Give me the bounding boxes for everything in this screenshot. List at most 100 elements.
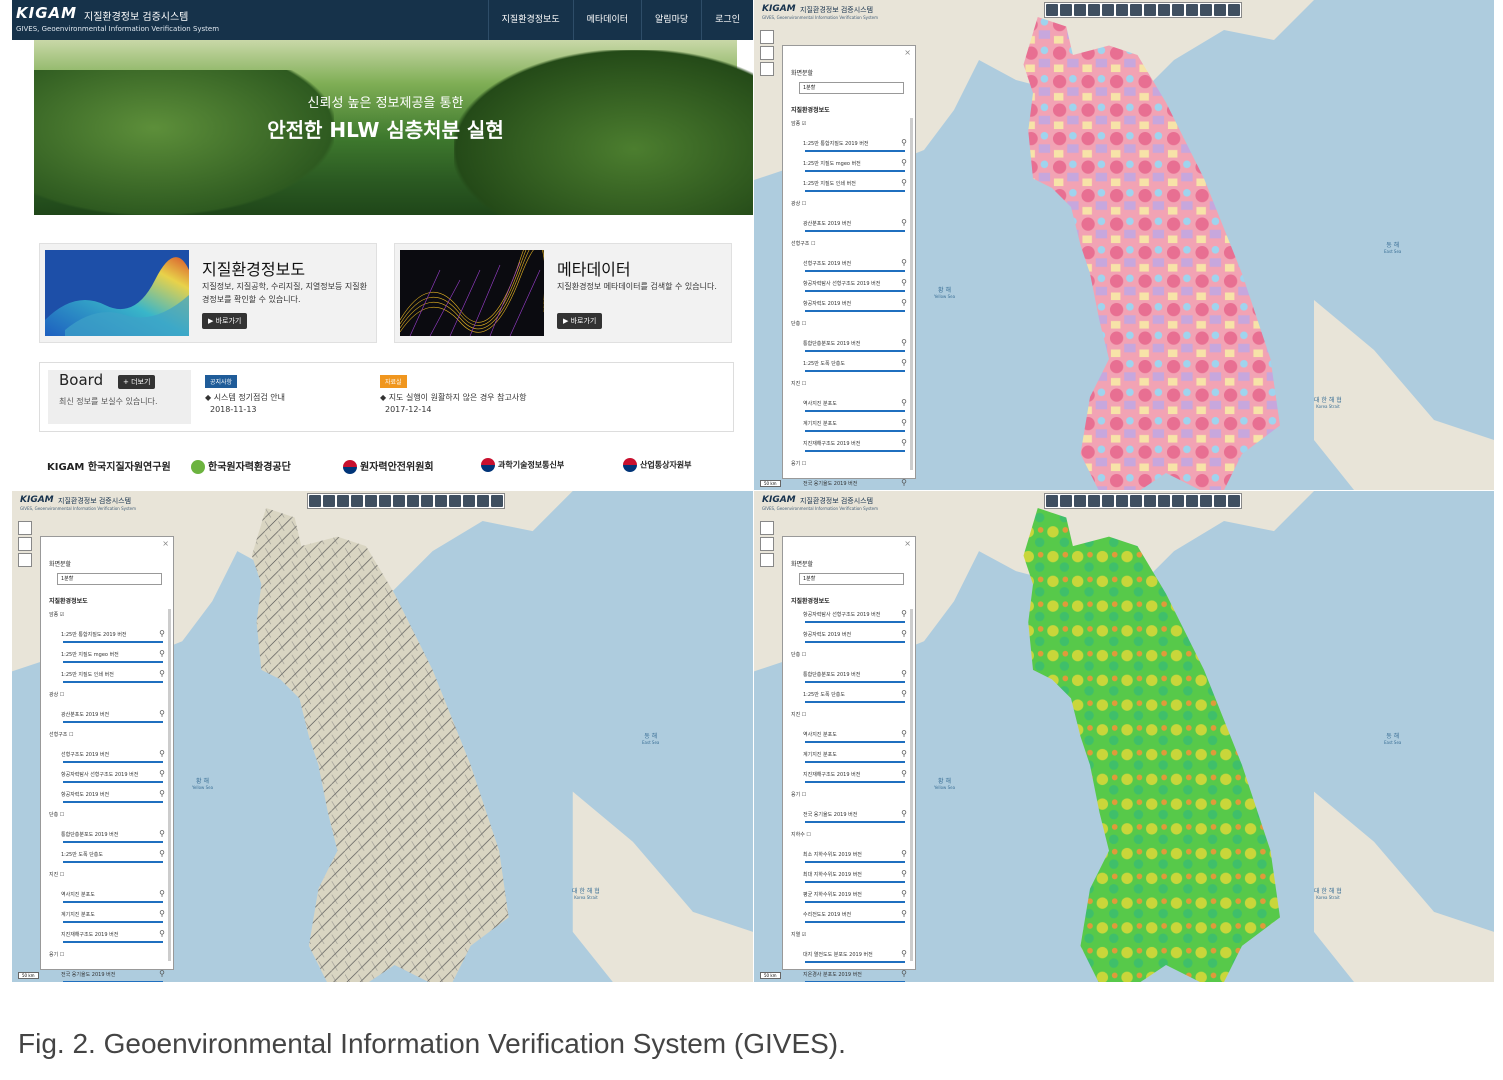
layer-item[interactable]: 1:25만 지질도 mgeo 버전 ⚲: [789, 158, 909, 178]
zoom-to-layer-icon[interactable]: ⚲: [901, 438, 907, 447]
tool-button[interactable]: [1214, 4, 1226, 16]
zoom-to-layer-icon[interactable]: ⚲: [901, 478, 907, 487]
nav-metadata[interactable]: 메타데이터: [572, 0, 641, 40]
tool-button[interactable]: [323, 495, 335, 507]
zoom-to-layer-icon[interactable]: ⚲: [901, 969, 907, 978]
goto-button[interactable]: ▶ 바로가기: [557, 313, 603, 329]
tool-button[interactable]: [365, 495, 377, 507]
opacity-slider[interactable]: [805, 901, 905, 903]
layer-group[interactable]: 지하수 ☐: [789, 829, 909, 849]
layer-item[interactable]: 지온경사 분포도 2019 버전 ⚲: [789, 969, 909, 982]
zoom-to-layer-icon[interactable]: ⚲: [159, 649, 165, 658]
layer-item[interactable]: 전국 융기율도 2019 버전 ⚲: [47, 969, 167, 982]
zoom-to-layer-icon[interactable]: ⚲: [901, 889, 907, 898]
zoom-to-layer-icon[interactable]: ⚲: [901, 418, 907, 427]
tool-button[interactable]: [1158, 4, 1170, 16]
opacity-slider[interactable]: [805, 741, 905, 743]
opacity-slider[interactable]: [63, 981, 163, 982]
zoom-to-layer-icon[interactable]: ⚲: [901, 609, 907, 618]
tool-button[interactable]: [1130, 4, 1142, 16]
tool-button[interactable]: [1186, 4, 1198, 16]
opacity-slider[interactable]: [63, 661, 163, 663]
layer-item[interactable]: 역사지진 분포도 ⚲: [789, 729, 909, 749]
layer-item[interactable]: 항공자력탐사 선형구조도 2019 버전 ⚲: [789, 278, 909, 298]
layers-icon[interactable]: [760, 553, 774, 567]
zoom-to-layer-icon[interactable]: ⚲: [901, 358, 907, 367]
layer-item[interactable]: 역사지진 분포도 ⚲: [47, 889, 167, 909]
layer-group[interactable]: 선형구조 ☐: [789, 238, 909, 258]
kigam-logo[interactable]: KIGAM: [762, 4, 796, 14]
kigam-logo[interactable]: KIGAM: [762, 495, 796, 505]
tool-button[interactable]: [1172, 4, 1184, 16]
layer-group[interactable]: 단층 ☐: [789, 649, 909, 669]
layer-group[interactable]: 광상 ☐: [47, 689, 167, 709]
partner-korad[interactable]: 한국원자력환경공단: [191, 458, 291, 474]
tool-button[interactable]: [463, 495, 475, 507]
opacity-slider[interactable]: [805, 230, 905, 232]
zoom-to-layer-icon[interactable]: ⚲: [901, 869, 907, 878]
menu-icon[interactable]: [18, 521, 32, 535]
zoom-to-layer-icon[interactable]: ⚲: [901, 849, 907, 858]
zoom-to-layer-icon[interactable]: ⚲: [901, 689, 907, 698]
zoom-to-layer-icon[interactable]: ⚲: [159, 889, 165, 898]
opacity-slider[interactable]: [805, 170, 905, 172]
tool-button[interactable]: [407, 495, 419, 507]
partner-kigam[interactable]: KIGAM 한국지질자원연구원: [47, 458, 171, 473]
layers-icon[interactable]: [18, 553, 32, 567]
zoom-to-layer-icon[interactable]: ⚲: [901, 298, 907, 307]
layer-item[interactable]: 1:25만 도폭 단층도 ⚲: [789, 358, 909, 378]
menu-icon[interactable]: [760, 521, 774, 535]
layer-item[interactable]: 전국 융기율도 2019 버전 ⚲: [789, 478, 909, 490]
screen-split-select[interactable]: 1분할: [799, 573, 904, 585]
tool-button[interactable]: [379, 495, 391, 507]
close-icon[interactable]: ×: [162, 539, 169, 548]
layer-item[interactable]: 지진재해구조도 2019 버전 ⚲: [789, 438, 909, 458]
layer-item[interactable]: 1:25만 도폭 단층도 ⚲: [47, 849, 167, 869]
layer-item[interactable]: 항공자력도 2019 버전 ⚲: [789, 629, 909, 649]
zoom-to-layer-icon[interactable]: ⚲: [159, 909, 165, 918]
zoom-to-layer-icon[interactable]: ⚲: [159, 749, 165, 758]
screen-split-select[interactable]: 1분할: [799, 82, 904, 94]
data-item[interactable]: ◆ 지도 실행이 원활하지 않은 경우 참고사항: [380, 392, 527, 403]
zoom-to-layer-icon[interactable]: ⚲: [901, 178, 907, 187]
opacity-slider[interactable]: [805, 981, 905, 982]
zoom-to-layer-icon[interactable]: ⚲: [159, 849, 165, 858]
screen-split-select[interactable]: 1분할: [57, 573, 162, 585]
zoom-to-layer-icon[interactable]: ⚲: [901, 769, 907, 778]
tool-button[interactable]: [1200, 4, 1212, 16]
layer-group[interactable]: 암종 ☑: [47, 609, 167, 629]
layer-group[interactable]: 단층 ☐: [47, 809, 167, 829]
zoom-to-layer-icon[interactable]: ⚲: [901, 278, 907, 287]
layer-item[interactable]: 대지 열전도도 분포도 2019 버전 ⚲: [789, 949, 909, 969]
layer-group[interactable]: 융기 ☐: [789, 789, 909, 809]
opacity-slider[interactable]: [63, 721, 163, 723]
kigam-logo[interactable]: KIGAM: [16, 4, 77, 22]
opacity-slider[interactable]: [805, 270, 905, 272]
opacity-slider[interactable]: [805, 430, 905, 432]
opacity-slider[interactable]: [63, 941, 163, 943]
partner-motie[interactable]: 산업통상자원부: [623, 458, 692, 472]
tool-button[interactable]: [1214, 495, 1226, 507]
zoom-to-layer-icon[interactable]: ⚲: [159, 789, 165, 798]
zoom-to-layer-icon[interactable]: ⚲: [159, 829, 165, 838]
tool-button[interactable]: [1074, 4, 1086, 16]
layer-group[interactable]: 지열 ☑: [789, 929, 909, 949]
notice-item[interactable]: ◆ 시스템 정기점검 안내: [205, 392, 285, 403]
layer-item[interactable]: 1:25만 도폭 단층도 ⚲: [789, 689, 909, 709]
zoom-to-layer-icon[interactable]: ⚲: [901, 669, 907, 678]
layer-scrollbar[interactable]: [910, 609, 913, 961]
zoom-to-layer-icon[interactable]: ⚲: [901, 949, 907, 958]
layer-item[interactable]: 평균 지하수위도 2019 버전 ⚲: [789, 889, 909, 909]
layer-item[interactable]: 1:25만 지질도 인쇄 버전 ⚲: [47, 669, 167, 689]
zoom-to-layer-icon[interactable]: ⚲: [901, 218, 907, 227]
zoom-to-layer-icon[interactable]: ⚲: [901, 258, 907, 267]
more-button[interactable]: + 더보기: [118, 375, 156, 389]
layer-item[interactable]: 광산분포도 2019 버전 ⚲: [789, 218, 909, 238]
tool-button[interactable]: [491, 495, 503, 507]
tool-button[interactable]: [1228, 4, 1240, 16]
zoom-to-layer-icon[interactable]: ⚲: [901, 909, 907, 918]
tool-button[interactable]: [1060, 4, 1072, 16]
opacity-slider[interactable]: [805, 310, 905, 312]
tool-button[interactable]: [477, 495, 489, 507]
menu-icon[interactable]: [760, 30, 774, 44]
